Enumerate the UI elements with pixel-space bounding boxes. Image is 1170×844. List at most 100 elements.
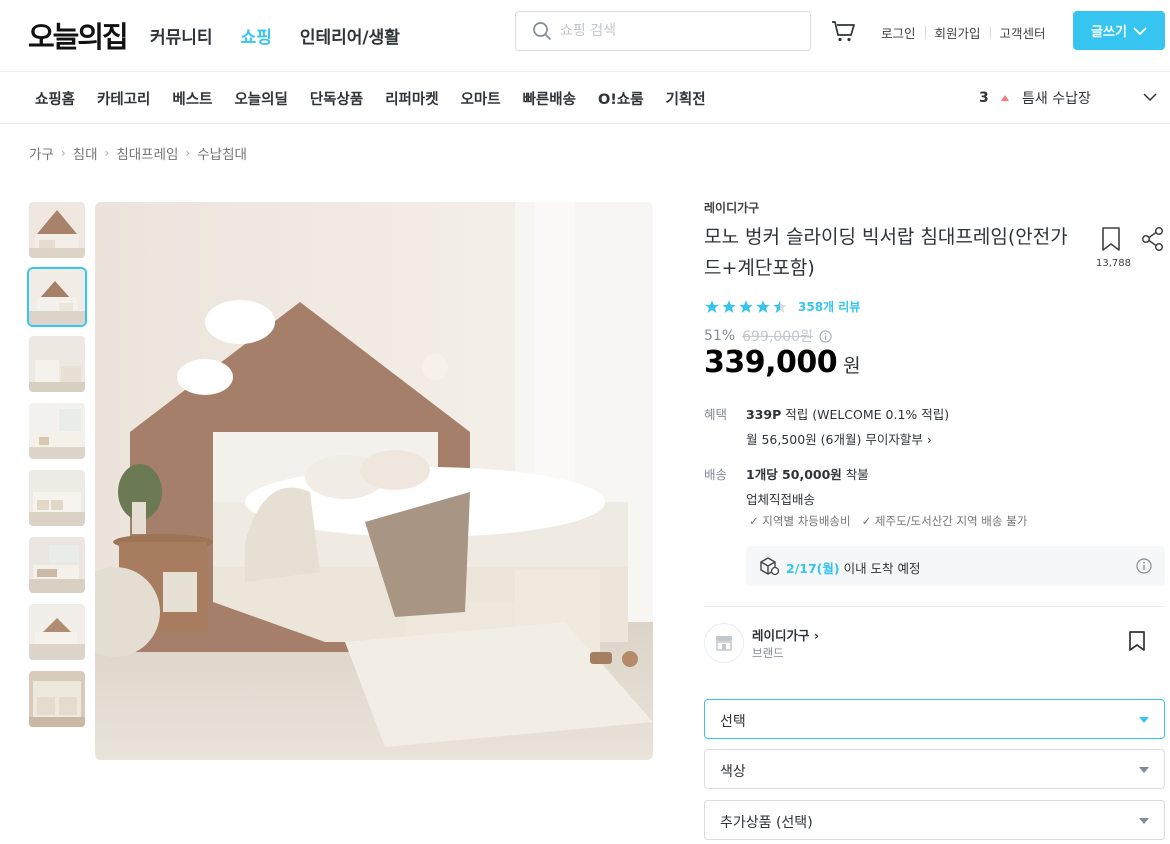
breadcrumb-item[interactable]: 침대프레임 bbox=[116, 143, 178, 163]
account-links: 로그인 회원가입 고객센터 bbox=[881, 23, 1046, 42]
site-logo[interactable]: 오늘의집 bbox=[28, 14, 129, 56]
product-thumbnail-selected[interactable] bbox=[27, 267, 87, 327]
chevron-down-icon[interactable] bbox=[1141, 88, 1159, 106]
cart-icon[interactable] bbox=[830, 18, 856, 44]
top-header: 오늘의집 커뮤니티 쇼핑 인테리어/생활 로그인 회원가입 고객센터 글쓰기 bbox=[0, 0, 1170, 72]
price-amount: 339,000 bbox=[704, 345, 838, 380]
arrival-estimate-box: 2/17(월) 이내 도착 예정 bbox=[746, 546, 1165, 586]
check-icon: ✓ bbox=[749, 514, 763, 528]
section-divider bbox=[704, 606, 1165, 607]
original-price: 699,000원 bbox=[742, 329, 813, 345]
option-select[interactable]: 선택 bbox=[704, 699, 1165, 739]
write-button-label: 글쓰기 bbox=[1091, 25, 1127, 40]
breadcrumb: 가구 › 침대 › 침대프레임 › 수납침대 bbox=[29, 143, 247, 163]
installment-link[interactable]: 월 56,500원 (6개월) 무이자할부 › bbox=[746, 429, 932, 448]
nav-community[interactable]: 커뮤니티 bbox=[150, 23, 213, 48]
subnav-item-fast-delivery[interactable]: 빠른배송 bbox=[523, 88, 576, 109]
discount-row: 51% 699,000원 bbox=[704, 326, 832, 346]
delivery-fee: 1개당 50,000원 착불 bbox=[746, 464, 869, 483]
subnav-item-showroom[interactable]: O!쇼룸 bbox=[598, 88, 644, 109]
star-icon bbox=[705, 299, 719, 313]
write-button[interactable]: 글쓰기 bbox=[1073, 11, 1165, 50]
delivery-notes: ✓ 지역별 차등배송비 ✓ 제주도/도서산간 지역 배송 불가 bbox=[749, 513, 1027, 529]
bookmark-count: 13,788 bbox=[1096, 258, 1131, 269]
subnav-item-omart[interactable]: 오마트 bbox=[461, 88, 501, 109]
nav-shopping[interactable]: 쇼핑 bbox=[241, 23, 272, 48]
extra-product-select-label: 추가상품 (선택) bbox=[720, 815, 813, 831]
share-icon[interactable] bbox=[1140, 226, 1166, 252]
subnav-item-exhibition[interactable]: 기획전 bbox=[666, 88, 706, 109]
subnav-item-best[interactable]: 베스트 bbox=[172, 88, 212, 109]
price-currency: 원 bbox=[843, 355, 861, 377]
star-icon bbox=[739, 299, 753, 313]
breadcrumb-item[interactable]: 수납침대 bbox=[197, 143, 247, 163]
star-icon bbox=[722, 299, 736, 313]
popular-keyword-ticker[interactable]: 3 틈새 수납장 bbox=[979, 88, 1091, 108]
option-select-label: 선택 bbox=[720, 714, 746, 730]
divider bbox=[989, 26, 991, 39]
chevron-right-icon: › bbox=[813, 628, 820, 643]
delivery-method: 업체직접배송 bbox=[746, 492, 816, 507]
info-icon[interactable] bbox=[819, 329, 832, 343]
brand-shop-name[interactable]: 레이디가구 › bbox=[752, 625, 819, 644]
bookmark-icon[interactable] bbox=[1127, 630, 1147, 652]
breadcrumb-item[interactable]: 침대 bbox=[73, 143, 98, 163]
delivery-note: ✓ 제주도/도서산간 지역 배송 불가 bbox=[861, 514, 1028, 528]
store-icon bbox=[716, 636, 732, 651]
product-title: 모노 벙커 슬라이딩 빅서랍 침대프레임(안전가드+계단포함) bbox=[704, 226, 1068, 279]
chevron-right-icon: › bbox=[926, 432, 932, 447]
search-input[interactable] bbox=[560, 20, 800, 42]
arrival-text: 2/17(월) 이내 도착 예정 bbox=[786, 558, 921, 577]
extra-product-select[interactable]: 추가상품 (선택) bbox=[704, 800, 1165, 840]
product-thumbnail[interactable] bbox=[29, 202, 85, 258]
ranking-keyword: 틈새 수납장 bbox=[1022, 91, 1091, 107]
discount-rate: 51% bbox=[704, 328, 736, 344]
delivery-label: 배송 bbox=[704, 467, 728, 482]
arrival-detail: 이내 도착 예정 bbox=[839, 561, 921, 576]
caret-down-icon bbox=[1139, 818, 1149, 824]
product-main-image[interactable] bbox=[95, 202, 653, 760]
brand-avatar bbox=[704, 623, 744, 663]
subnav-item-exclusive[interactable]: 단독상품 bbox=[310, 88, 363, 109]
subnav-item-category[interactable]: 카테고리 bbox=[97, 88, 150, 109]
product-thumbnail[interactable] bbox=[29, 403, 85, 459]
arrival-date: 2/17(월) bbox=[786, 561, 840, 576]
search-box[interactable] bbox=[515, 11, 811, 51]
subnav-item-refurb[interactable]: 리퍼마켓 bbox=[385, 88, 438, 109]
nav-interior[interactable]: 인테리어/생활 bbox=[300, 23, 400, 48]
bed-photo bbox=[95, 202, 653, 760]
login-link[interactable]: 로그인 bbox=[881, 23, 916, 42]
ranking-number: 3 bbox=[979, 90, 989, 106]
product-thumbnail[interactable] bbox=[29, 470, 85, 526]
chevron-right-icon: › bbox=[185, 146, 191, 160]
color-select[interactable]: 색상 bbox=[704, 749, 1165, 789]
delivery-note: ✓ 지역별 차등배송비 bbox=[749, 514, 851, 528]
points-detail: 적립 (WELCOME 0.1% 적립) bbox=[781, 407, 950, 422]
rating-stars bbox=[704, 299, 788, 315]
bookmark-button[interactable]: 13,788 bbox=[1096, 226, 1131, 269]
color-select-label: 색상 bbox=[720, 764, 746, 780]
signup-link[interactable]: 회원가입 bbox=[935, 23, 981, 42]
breadcrumb-item[interactable]: 가구 bbox=[29, 143, 54, 163]
subnav-item-deal[interactable]: 오늘의딜 bbox=[234, 88, 287, 109]
benefit-label: 혜택 bbox=[704, 407, 728, 422]
check-icon: ✓ bbox=[861, 514, 875, 528]
chevron-right-icon: › bbox=[60, 146, 66, 160]
delivery-fee-amount: 1개당 50,000원 bbox=[746, 467, 842, 482]
bookmark-icon bbox=[1102, 227, 1120, 251]
product-thumbnail[interactable] bbox=[29, 537, 85, 593]
points-amount: 339P bbox=[746, 407, 782, 422]
product-thumbnail[interactable] bbox=[29, 604, 85, 660]
product-thumbnail[interactable] bbox=[29, 336, 85, 392]
product-brand[interactable]: 레이디가구 bbox=[704, 199, 759, 216]
review-count-link[interactable]: 358개 리뷰 bbox=[798, 298, 860, 315]
caret-down-icon bbox=[1139, 767, 1149, 773]
rating-row[interactable]: 358개 리뷰 bbox=[704, 298, 860, 315]
installment-text: 월 56,500원 (6개월) 무이자할부 bbox=[746, 432, 923, 447]
info-icon[interactable] bbox=[1136, 558, 1152, 574]
product-thumbnail[interactable] bbox=[29, 671, 85, 727]
support-link[interactable]: 고객센터 bbox=[1000, 23, 1046, 42]
brand-shop-sub: 브랜드 bbox=[752, 646, 784, 660]
subnav-item-home[interactable]: 쇼핑홈 bbox=[35, 88, 75, 109]
chevron-down-icon bbox=[1133, 26, 1147, 35]
